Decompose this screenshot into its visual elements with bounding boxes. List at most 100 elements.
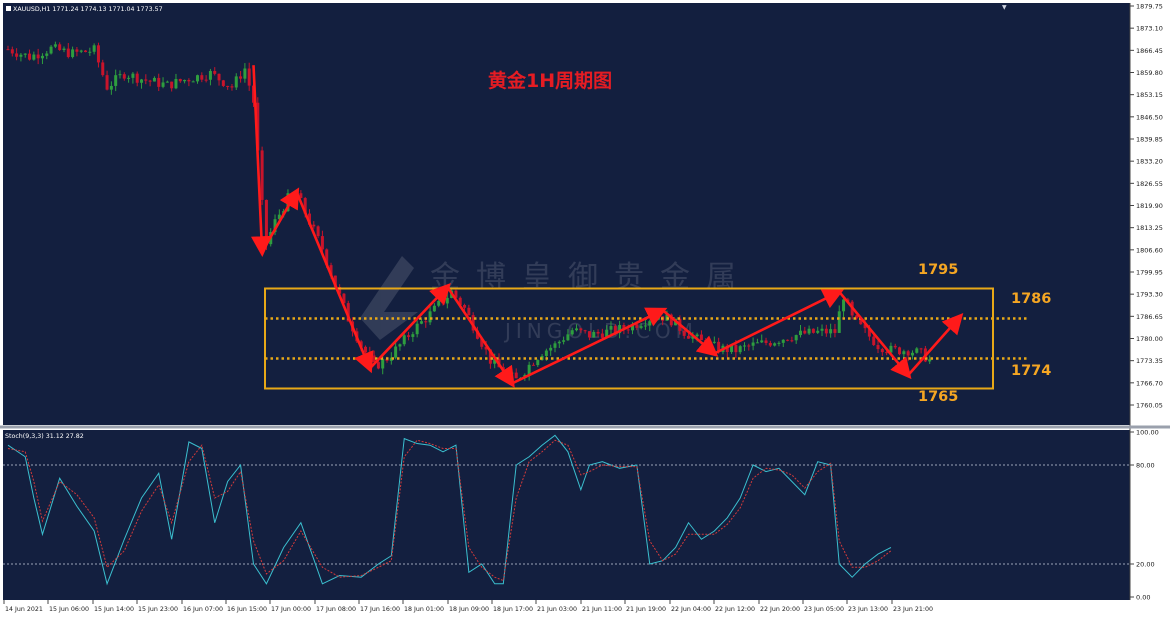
- candle-body: [398, 344, 402, 347]
- stoch-tick-label: 20.00: [1136, 561, 1155, 569]
- candle-body: [368, 352, 372, 356]
- candle-body: [58, 44, 62, 50]
- time-tick-label: 23 Jun 21:00: [893, 606, 933, 613]
- candle-body: [898, 347, 902, 355]
- candle-body: [902, 351, 906, 355]
- candle-body: [419, 321, 423, 324]
- candle-body: [734, 344, 738, 353]
- candle-body: [906, 351, 910, 356]
- candle-body: [626, 329, 630, 331]
- candle-body: [699, 334, 703, 341]
- candle-body: [170, 81, 174, 89]
- candle-body: [23, 53, 27, 55]
- candle-body: [101, 62, 105, 76]
- price-tick-label: 1846.50: [1136, 113, 1163, 121]
- candle-body: [764, 340, 768, 343]
- candle-body: [239, 76, 243, 79]
- time-tick-label: 15 Jun 23:00: [138, 606, 178, 613]
- candle-body: [652, 319, 656, 322]
- candle-body: [514, 372, 518, 379]
- candle-body: [708, 342, 712, 348]
- candle-body: [118, 74, 122, 76]
- candle-body: [32, 54, 36, 60]
- price-tick-label: 1859.80: [1136, 69, 1163, 77]
- candle-body: [798, 330, 802, 336]
- candle-body: [217, 73, 221, 81]
- time-tick-label: 17 Jun 16:00: [360, 606, 400, 613]
- candle-body: [394, 346, 398, 358]
- candle-body: [135, 73, 139, 83]
- price-tick-label: 1839.85: [1136, 136, 1163, 144]
- time-tick-label: 21 Jun 03:00: [537, 606, 577, 613]
- time-tick-label: 18 Jun 09:00: [449, 606, 489, 613]
- time-tick-label: 22 Jun 20:00: [760, 606, 800, 613]
- price-tick-label: 1826.55: [1136, 180, 1163, 188]
- chart-title: 黄金1H周期图: [488, 69, 612, 92]
- level-1786-label: 1786: [1011, 291, 1051, 307]
- candle-body: [579, 328, 583, 331]
- candle-body: [381, 358, 385, 369]
- price-tick-label: 1786.65: [1136, 313, 1163, 321]
- dropdown-arrow-icon[interactable]: ▼: [1002, 4, 1007, 11]
- candle-body: [226, 85, 230, 87]
- candle-body: [127, 77, 131, 79]
- price-tick-label: 1780.00: [1136, 335, 1163, 343]
- candle-body: [790, 340, 794, 342]
- symbol-info: XAUUSD,H1 1771.24 1774.13 1771.04 1773.5…: [13, 6, 163, 13]
- candle-body: [575, 328, 579, 331]
- main-panel-background[interactable]: [3, 3, 1130, 425]
- candle-body: [829, 329, 833, 334]
- candle-body: [803, 330, 807, 334]
- level-1795-label: 1795: [918, 262, 958, 278]
- candle-body: [562, 340, 566, 342]
- candle-body: [415, 323, 419, 335]
- time-tick-label: 21 Jun 11:00: [582, 606, 622, 613]
- candle-body: [144, 79, 148, 81]
- candle-body: [428, 311, 432, 323]
- candle-body: [19, 54, 23, 57]
- watermark-text: 金博皇御贵金属: [430, 260, 752, 295]
- candle-body: [131, 73, 135, 78]
- time-tick-label: 22 Jun 12:00: [715, 606, 755, 613]
- candle-body: [407, 335, 411, 337]
- candle-body: [45, 53, 49, 56]
- candle-body: [432, 305, 436, 312]
- candle-body: [264, 199, 268, 245]
- price-tick-label: 1806.60: [1136, 246, 1163, 254]
- candle-body: [247, 68, 251, 86]
- candle-body: [88, 51, 92, 53]
- candle-body: [445, 297, 449, 304]
- candle-body: [643, 325, 647, 327]
- price-tick-label: 1793.30: [1136, 291, 1163, 299]
- candle-body: [49, 46, 53, 54]
- candle-body: [62, 48, 66, 50]
- candle-body: [837, 311, 841, 333]
- time-tick-label: 16 Jun 07:00: [183, 606, 223, 613]
- candle-body: [910, 352, 914, 356]
- candle-body: [583, 330, 587, 332]
- price-tick-label: 1813.25: [1136, 224, 1163, 232]
- candle-body: [196, 75, 200, 82]
- candle-body: [747, 345, 751, 347]
- candle-body: [648, 321, 652, 326]
- candle-body: [738, 346, 742, 353]
- stoch-tick-label: 100.00: [1136, 429, 1159, 437]
- candle-body: [320, 236, 324, 250]
- candle-body: [208, 70, 212, 80]
- candle-body: [777, 342, 781, 344]
- candle-body: [811, 328, 815, 333]
- candle-body: [557, 341, 561, 344]
- candle-body: [312, 224, 316, 227]
- time-tick-label: 17 Jun 00:00: [271, 606, 311, 613]
- candle-body: [230, 86, 234, 88]
- candle-body: [316, 226, 320, 237]
- candle-body: [794, 335, 798, 341]
- candle-body: [807, 328, 811, 334]
- candle-body: [566, 334, 570, 341]
- stoch-panel-background[interactable]: [3, 430, 1130, 600]
- time-tick-label: 23 Jun 05:00: [804, 606, 844, 613]
- candle-body: [876, 345, 880, 350]
- time-tick-label: 17 Jun 08:00: [316, 606, 356, 613]
- price-tick-label: 1799.95: [1136, 269, 1163, 277]
- candle-body: [682, 330, 686, 336]
